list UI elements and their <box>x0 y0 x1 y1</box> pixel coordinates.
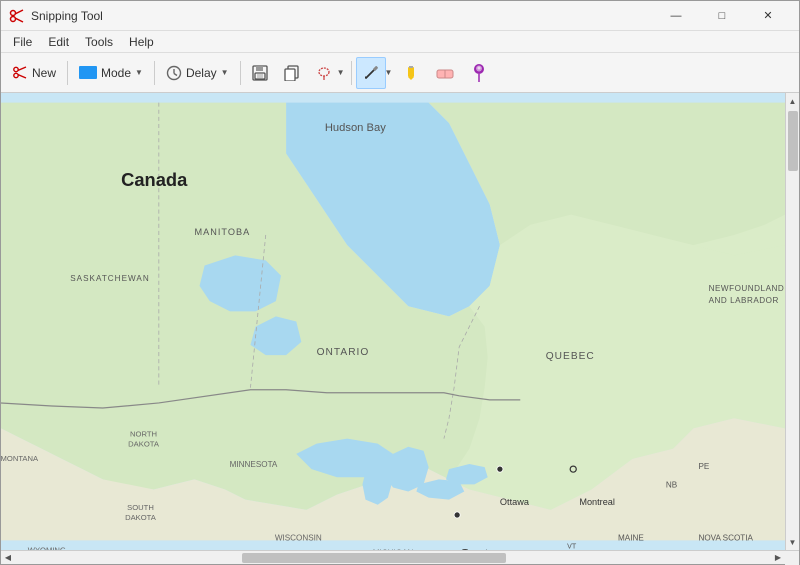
svg-text:WYOMING: WYOMING <box>28 546 66 550</box>
close-button[interactable]: ✕ <box>745 1 791 31</box>
svg-text:VT: VT <box>567 543 577 550</box>
scroll-down-button[interactable]: ▼ <box>786 534 800 550</box>
content-area: Hudson Bay Canada MANITOBA SASKATCHEWAN … <box>1 93 799 550</box>
delay-button[interactable]: Delay ▼ <box>159 57 236 89</box>
svg-text:MONTANA: MONTANA <box>1 454 39 463</box>
new-label: New <box>32 66 56 80</box>
scissors-icon <box>12 65 28 81</box>
main-window: Snipping Tool — □ ✕ File Edit Tools Help… <box>0 0 800 565</box>
clock-icon <box>166 65 182 81</box>
svg-text:DAKOTA: DAKOTA <box>128 440 160 449</box>
scroll-track-vertical[interactable] <box>786 109 800 534</box>
scroll-up-button[interactable]: ▲ <box>786 93 800 109</box>
svg-text:Hudson Bay: Hudson Bay <box>325 122 386 134</box>
minimize-button[interactable]: — <box>653 1 699 31</box>
app-icon <box>9 8 25 24</box>
scroll-thumb-vertical[interactable] <box>788 111 798 171</box>
window-controls: — □ ✕ <box>653 1 791 31</box>
svg-text:MANITOBA: MANITOBA <box>194 227 250 237</box>
eraser-button[interactable] <box>428 57 462 89</box>
svg-text:SOUTH: SOUTH <box>127 503 154 512</box>
scroll-left-button[interactable]: ◀ <box>1 551 15 565</box>
svg-text:ONTARIO: ONTARIO <box>317 347 370 358</box>
copy-button[interactable] <box>277 57 307 89</box>
scroll-right-button[interactable]: ▶ <box>771 551 785 565</box>
scrollbar-horizontal[interactable]: ◀ ▶ <box>1 551 785 564</box>
pin-icon <box>471 63 487 83</box>
svg-text:MINNESOTA: MINNESOTA <box>230 460 278 469</box>
pen-button[interactable] <box>356 57 386 89</box>
separator-3 <box>240 61 241 85</box>
svg-text:Canada: Canada <box>121 169 188 190</box>
eraser-icon <box>435 65 455 81</box>
menu-bar: File Edit Tools Help <box>1 31 799 53</box>
pin-button[interactable] <box>464 57 494 89</box>
svg-text:PE: PE <box>698 462 709 471</box>
highlighter-icon <box>403 65 419 81</box>
separator-4 <box>351 61 352 85</box>
menu-help[interactable]: Help <box>121 32 162 52</box>
pen-dropdown-arrow: ▼ <box>385 68 393 77</box>
title-bar: Snipping Tool — □ ✕ <box>1 1 799 31</box>
mode-dropdown-arrow: ▼ <box>135 68 143 77</box>
menu-edit[interactable]: Edit <box>40 32 77 52</box>
svg-text:WISCONSIN: WISCONSIN <box>275 533 322 542</box>
app-title: Snipping Tool <box>31 9 103 23</box>
map-container[interactable]: Hudson Bay Canada MANITOBA SASKATCHEWAN … <box>1 93 785 550</box>
svg-text:Montreal: Montreal <box>579 497 615 507</box>
delay-dropdown-arrow: ▼ <box>221 68 229 77</box>
save-icon <box>252 65 268 81</box>
highlighter-button[interactable] <box>396 57 426 89</box>
separator-2 <box>154 61 155 85</box>
maximize-button[interactable]: □ <box>699 1 745 31</box>
delay-label: Delay <box>186 66 217 80</box>
svg-text:DAKOTA: DAKOTA <box>125 513 157 522</box>
svg-text:NEWFOUNDLAND: NEWFOUNDLAND <box>709 284 785 293</box>
save-button[interactable] <box>245 57 275 89</box>
scroll-thumb-horizontal[interactable] <box>242 553 507 563</box>
copy-icon <box>284 65 300 81</box>
svg-text:NOVA SCOTIA: NOVA SCOTIA <box>698 533 753 542</box>
pen-icon <box>363 65 379 81</box>
svg-text:Ottawa: Ottawa <box>500 497 530 507</box>
mode-button[interactable]: Mode ▼ <box>72 57 150 89</box>
new-button[interactable]: New <box>5 57 63 89</box>
svg-text:SASKATCHEWAN: SASKATCHEWAN <box>70 274 149 283</box>
mode-label: Mode <box>101 66 131 80</box>
svg-text:NORTH: NORTH <box>130 430 157 439</box>
lasso-icon <box>316 65 332 81</box>
lasso-button[interactable] <box>309 57 339 89</box>
separator-1 <box>67 61 68 85</box>
mode-icon <box>79 66 97 79</box>
svg-text:NB: NB <box>666 480 677 489</box>
scrollbar-vertical[interactable]: ▲ ▼ <box>785 93 799 550</box>
lasso-dropdown-arrow: ▼ <box>337 68 345 77</box>
map-svg: Hudson Bay Canada MANITOBA SASKATCHEWAN … <box>1 93 785 550</box>
toolbar: New Mode ▼ Delay ▼ <box>1 53 799 93</box>
svg-text:QUEBEC: QUEBEC <box>546 351 595 362</box>
scroll-track-horizontal[interactable] <box>15 551 771 565</box>
svg-text:MAINE: MAINE <box>618 533 644 542</box>
bottom-area: ◀ ▶ <box>1 550 799 564</box>
svg-text:AND LABRADOR: AND LABRADOR <box>709 296 779 305</box>
menu-file[interactable]: File <box>5 32 40 52</box>
scrollbar-corner <box>785 551 799 565</box>
title-bar-left: Snipping Tool <box>9 8 103 24</box>
menu-tools[interactable]: Tools <box>77 32 121 52</box>
